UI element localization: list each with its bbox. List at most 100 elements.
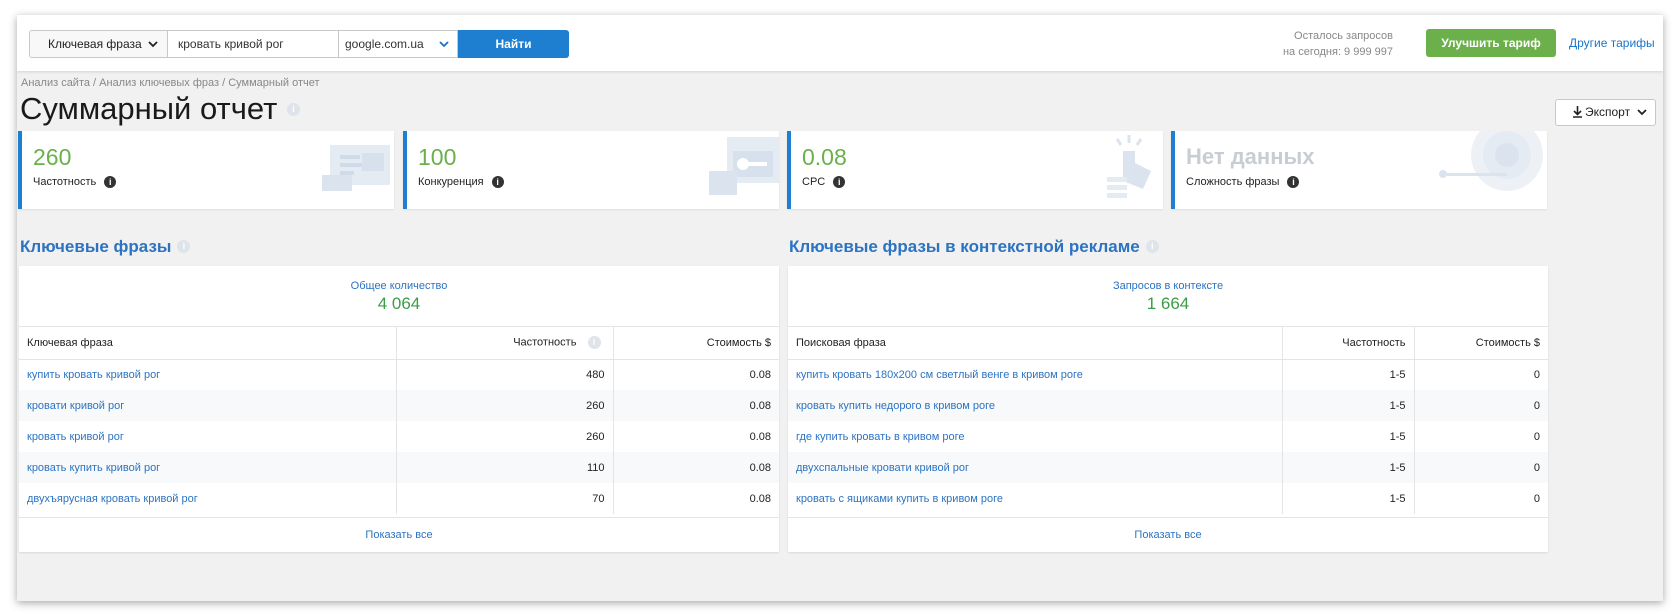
- table-row: кровать с ящиками купить в кривом роге 1…: [788, 483, 1548, 514]
- metric-value: 260: [33, 144, 72, 170]
- search-mode-label: Ключевая фраза: [48, 37, 142, 51]
- keywords-table: Ключевая фраза Частотность i Стоимость $…: [19, 327, 779, 514]
- metric-value: 100: [418, 144, 457, 170]
- keyword-link[interactable]: двухъярусная кровать кривой рог: [19, 483, 396, 514]
- frequency-cell: 480: [395, 359, 613, 390]
- table-row: купить кровать 180х200 см светлый венге …: [788, 359, 1548, 390]
- table-row: где купить кровать в кривом роге 1-5 0: [788, 421, 1548, 452]
- search-mode-select[interactable]: Ключевая фраза: [29, 30, 168, 58]
- keyword-link[interactable]: кровать купить недорого в кривом роге: [788, 390, 1282, 421]
- page-title: Суммарный отчет: [20, 91, 278, 126]
- keyword-link[interactable]: где купить кровать в кривом роге: [788, 421, 1282, 452]
- info-icon[interactable]: i: [491, 176, 504, 189]
- keywords-panel: Общее количество 4 064 Ключевая фраза Ча…: [19, 266, 779, 552]
- cost-cell: 0: [1413, 390, 1548, 421]
- table-row: двухспальные кровати кривой рог 1-5 0: [788, 452, 1548, 483]
- frequency-cell: 1-5: [1281, 390, 1414, 421]
- chevron-down-icon: [148, 31, 158, 67]
- other-plans-link[interactable]: Другие тарифы: [1569, 29, 1655, 57]
- table-row: кровать кривой рог 260 0.08: [19, 421, 779, 452]
- table-header-row: Поисковая фраза Частотность Стоимость $: [788, 327, 1548, 360]
- quota-line-1: Осталось запросов: [1294, 30, 1393, 42]
- frequency-cell: 70: [395, 483, 613, 514]
- context-summary: Запросов в контексте 1 664: [788, 266, 1548, 327]
- info-icon[interactable]: i: [833, 176, 846, 189]
- search-query-input[interactable]: [167, 30, 339, 58]
- metric-card-frequency: 260 Частотность i: [18, 131, 394, 209]
- keywords-summary: Общее количество 4 064: [19, 266, 779, 327]
- keywords-section-title: Ключевые фразы i: [20, 237, 191, 257]
- download-icon: [1572, 101, 1583, 132]
- info-icon[interactable]: i: [1145, 240, 1159, 254]
- frequency-cell: 1-5: [1281, 483, 1414, 514]
- keyword-link[interactable]: двухспальные кровати кривой рог: [788, 452, 1282, 483]
- context-table: Поисковая фраза Частотность Стоимость $ …: [788, 327, 1548, 514]
- info-icon[interactable]: i: [287, 103, 300, 116]
- cost-cell: 0.08: [612, 390, 779, 421]
- keyword-link[interactable]: кровать кривой рог: [19, 421, 396, 452]
- upgrade-plan-button[interactable]: Улучшить тариф: [1426, 29, 1556, 57]
- table-row: кровать купить недорого в кривом роге 1-…: [788, 390, 1548, 421]
- summary-value: 4 064: [377, 294, 421, 313]
- metric-value: 0.08: [802, 144, 847, 170]
- column-header[interactable]: Стоимость $: [1413, 327, 1548, 360]
- export-label: Экспорт: [1585, 105, 1631, 119]
- cost-cell: 0.08: [612, 452, 779, 483]
- info-icon[interactable]: i: [177, 240, 191, 254]
- frequency-cell: 1-5: [1281, 359, 1414, 390]
- info-icon[interactable]: i: [1287, 176, 1300, 189]
- chart-illustration-icon: [322, 145, 390, 191]
- summary-label: Общее количество: [350, 280, 448, 292]
- metric-value: Нет данных: [1186, 144, 1315, 169]
- search-engine-label: google.com.ua: [345, 37, 424, 51]
- metric-label: Конкуренция i: [418, 176, 504, 189]
- frequency-cell: 110: [395, 452, 613, 483]
- info-icon[interactable]: i: [104, 176, 117, 189]
- cost-cell: 0.08: [612, 359, 779, 390]
- quota-info: Осталось запросов на сегодня: 9 999 997: [1283, 28, 1393, 60]
- cost-cell: 0: [1413, 421, 1548, 452]
- search-engine-select[interactable]: google.com.ua: [338, 30, 458, 58]
- summary-label: Запросов в контексте: [1112, 280, 1224, 292]
- app-window: Ключевая фраза google.com.ua Найти Остал…: [17, 15, 1663, 601]
- cost-cell: 0: [1413, 483, 1548, 514]
- metric-label: CPC i: [802, 176, 846, 189]
- context-section-title: Ключевые фразы в контекстной рекламе i: [789, 237, 1159, 257]
- metric-label: Частотность i: [33, 176, 117, 189]
- column-header[interactable]: Частотность i: [395, 327, 613, 360]
- cost-cell: 0.08: [612, 421, 779, 452]
- metric-card-cpc: 0.08 CPC i: [787, 131, 1163, 209]
- metric-card-difficulty: Нет данных Сложность фразы i: [1171, 131, 1547, 209]
- keyword-link[interactable]: кровать купить кривой рог: [19, 452, 396, 483]
- table-row: кровати кривой рог 260 0.08: [19, 390, 779, 421]
- keyword-link[interactable]: кровать с ящиками купить в кривом роге: [788, 483, 1282, 514]
- breadcrumb[interactable]: Анализ сайта / Анализ ключевых фраз / Су…: [21, 77, 320, 89]
- table-row: двухъярусная кровать кривой рог 70 0.08: [19, 483, 779, 514]
- quota-line-2: на сегодня: 9 999 997: [1282, 46, 1393, 58]
- keyword-link[interactable]: купить кровать 180х200 см светлый венге …: [788, 359, 1282, 390]
- target-illustration-icon: [1439, 131, 1543, 191]
- frequency-cell: 260: [395, 421, 613, 452]
- keyword-link[interactable]: купить кровать кривой рог: [19, 359, 396, 390]
- column-header[interactable]: Ключевая фраза: [19, 327, 396, 360]
- info-icon[interactable]: i: [587, 336, 601, 350]
- column-header[interactable]: Поисковая фраза: [788, 327, 1282, 360]
- column-header[interactable]: Стоимость $: [612, 327, 779, 360]
- export-button[interactable]: Экспорт: [1555, 99, 1656, 126]
- column-header[interactable]: Частотность: [1281, 327, 1414, 360]
- table-header-row: Ключевая фраза Частотность i Стоимость $: [19, 327, 779, 360]
- show-all-keywords-link[interactable]: Показать все: [19, 517, 779, 552]
- frequency-cell: 1-5: [1281, 452, 1414, 483]
- metric-card-competition: 100 Конкуренция i: [403, 131, 779, 209]
- table-row: купить кровать кривой рог 480 0.08: [19, 359, 779, 390]
- chevron-down-icon: [1637, 100, 1647, 135]
- cost-cell: 0: [1413, 452, 1548, 483]
- key-illustration-icon: [709, 137, 779, 195]
- find-button[interactable]: Найти: [458, 30, 569, 58]
- keyword-link[interactable]: кровати кривой рог: [19, 390, 396, 421]
- summary-value: 1 664: [1146, 294, 1190, 313]
- show-all-context-link[interactable]: Показать все: [788, 517, 1548, 552]
- cost-cell: 0.08: [612, 483, 779, 514]
- search-toolbar: Ключевая фраза google.com.ua Найти Остал…: [17, 15, 1663, 71]
- table-row: кровать купить кривой рог 110 0.08: [19, 452, 779, 483]
